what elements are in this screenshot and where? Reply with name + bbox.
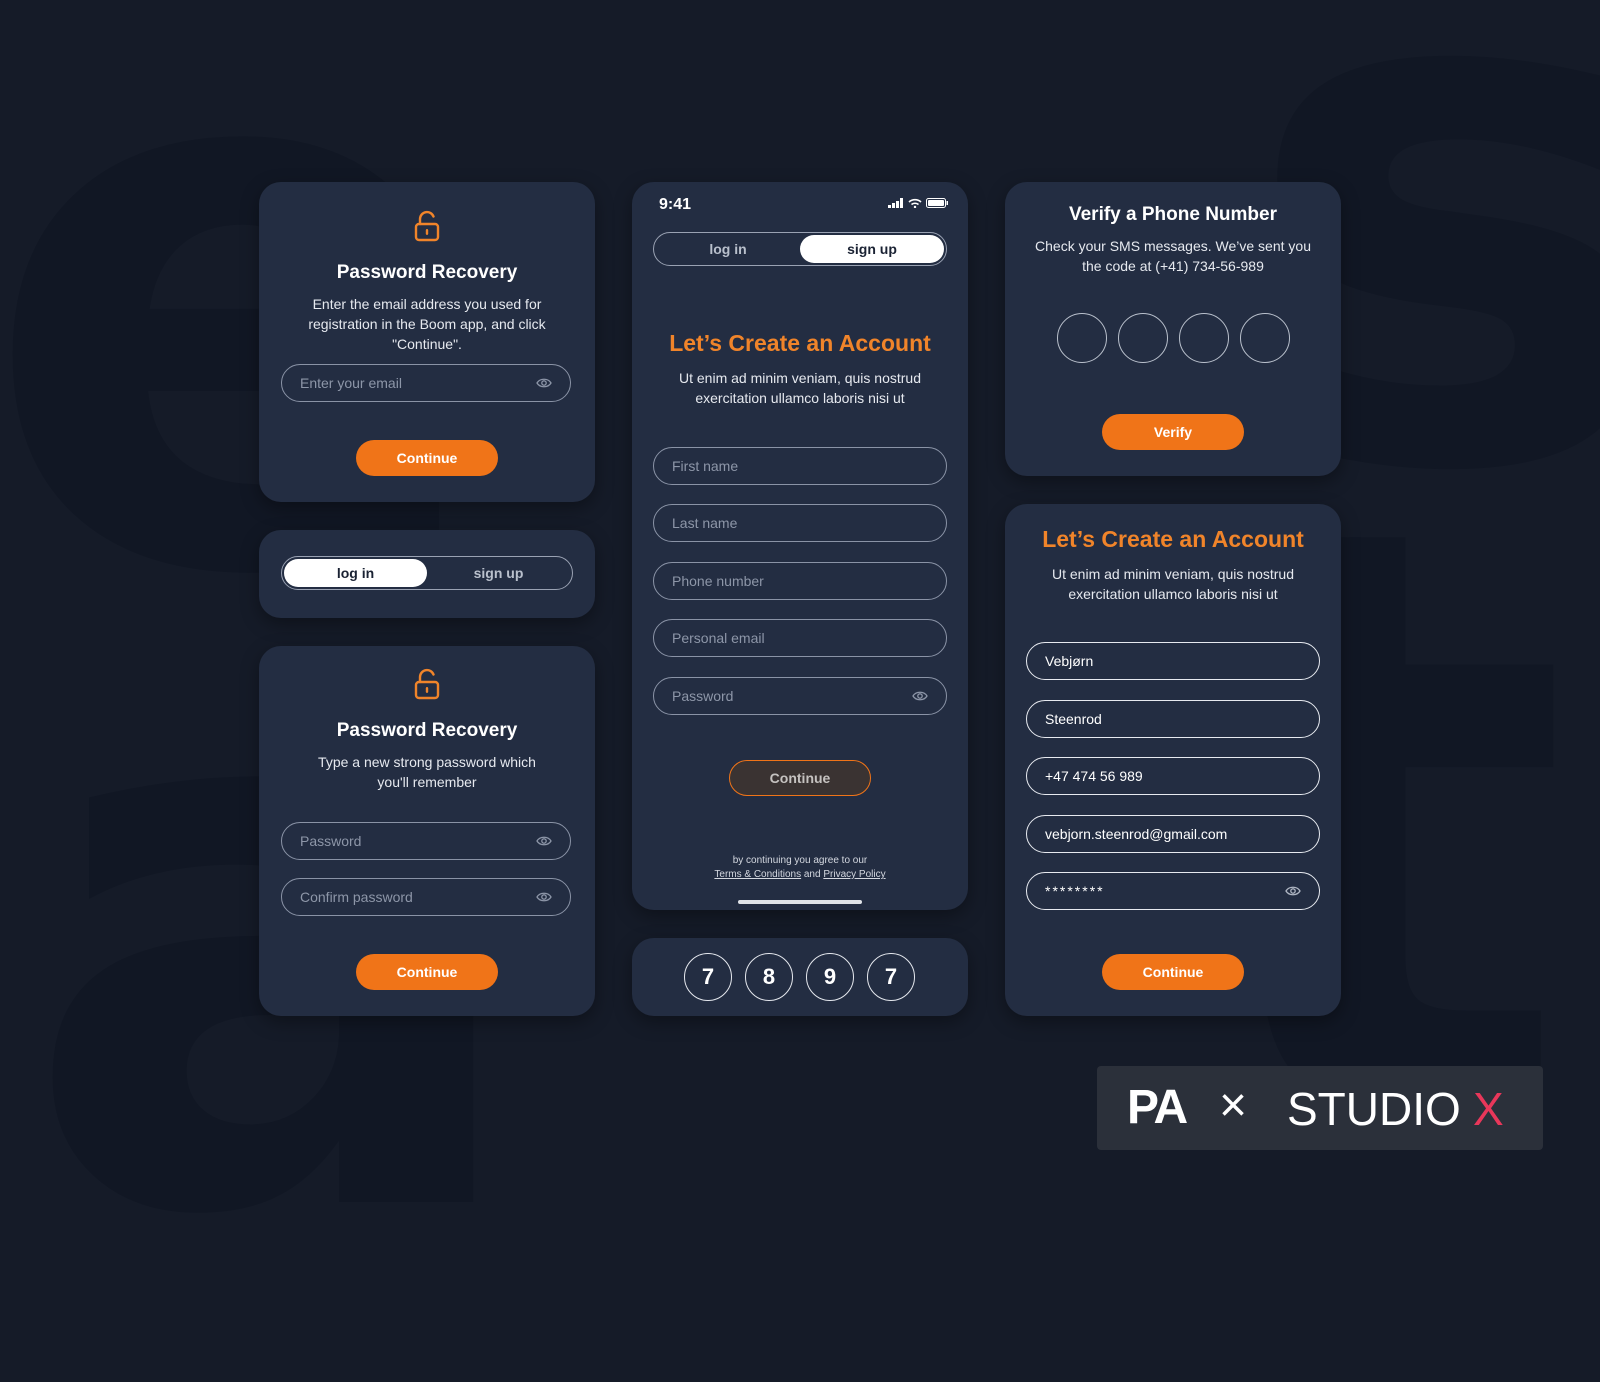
password-value: ******** [1045, 883, 1105, 899]
password-field[interactable]: Password [281, 822, 571, 860]
signup-description: Ut enim ad minim veniam, quis nostrud ex… [1052, 566, 1294, 602]
login-toggle-card: log in sign up [259, 530, 595, 618]
continue-button[interactable]: Continue [1102, 954, 1244, 990]
password-recovery-email-card: Password Recovery Enter the email addres… [259, 182, 595, 502]
phone-number-field[interactable]: +47 474 56 989 [1026, 757, 1320, 795]
phone-number-value: +47 474 56 989 [1045, 768, 1143, 784]
brand-pa-logo: PA [1127, 1081, 1188, 1134]
password-field[interactable]: ******** [1026, 872, 1320, 910]
privacy-link[interactable]: Privacy Policy [823, 869, 885, 880]
signup-title: Let’s Create an Account [669, 330, 931, 356]
last-name-placeholder: Last name [672, 515, 738, 531]
first-name-value: Vebjørn [1045, 653, 1094, 669]
card-title: Password Recovery [336, 262, 518, 283]
tab-log-in[interactable]: log in [656, 235, 800, 263]
status-icons [888, 198, 948, 208]
eye-icon[interactable] [1285, 885, 1301, 897]
code-digits-card: 7 8 9 7 [632, 938, 968, 1016]
code-digit[interactable]: 8 [745, 953, 793, 1001]
wifi-icon [908, 198, 922, 208]
filled-signup-card: Let’s Create an Account Ut enim ad minim… [1005, 504, 1341, 1016]
eye-icon[interactable] [536, 835, 552, 847]
last-name-field[interactable]: Steenrod [1026, 700, 1320, 738]
tab-sign-up[interactable]: sign up [800, 235, 944, 263]
personal-email-field[interactable]: Personal email [653, 619, 947, 657]
card-title: Password Recovery [336, 720, 518, 741]
phone-number-field[interactable]: Phone number [653, 562, 947, 600]
eye-icon[interactable] [912, 690, 928, 702]
confirm-password-field[interactable]: Confirm password [281, 878, 571, 916]
continue-button[interactable]: Continue [729, 760, 871, 796]
password-field[interactable]: Password [653, 677, 947, 715]
code-input-3[interactable] [1179, 313, 1229, 363]
home-indicator [738, 900, 862, 904]
code-input-4[interactable] [1240, 313, 1290, 363]
continue-button[interactable]: Continue [356, 440, 498, 476]
legal-and: and [803, 869, 821, 880]
status-time: 9:41 [659, 196, 692, 213]
battery-icon [926, 198, 948, 208]
auth-mode-toggle: log in sign up [653, 232, 947, 266]
lock-open-icon [414, 668, 440, 700]
card-description: Type a new strong password which you'll … [318, 754, 536, 790]
signup-description: Ut enim ad minim veniam, quis nostrud ex… [679, 370, 921, 406]
brand-badge: PA × STUDIO X [1097, 1066, 1543, 1150]
brand-x: X [1473, 1083, 1504, 1135]
email-field[interactable]: Enter your email [281, 364, 571, 402]
legal-prefix: by continuing you agree to our [732, 855, 868, 866]
code-input-1[interactable] [1057, 313, 1107, 363]
tab-sign-up[interactable]: sign up [427, 559, 570, 587]
terms-link[interactable]: Terms & Conditions [714, 869, 801, 880]
brand-separator: × [1219, 1079, 1248, 1132]
code-digit[interactable]: 9 [806, 953, 854, 1001]
signal-icon [888, 198, 903, 208]
auth-mode-toggle: log in sign up [281, 556, 573, 590]
first-name-field[interactable]: First name [653, 447, 947, 485]
first-name-placeholder: First name [672, 458, 739, 474]
signup-title: Let’s Create an Account [1042, 526, 1304, 552]
phone-number-placeholder: Phone number [672, 573, 764, 589]
verify-phone-card: Verify a Phone Number Check your SMS mes… [1005, 182, 1341, 476]
eye-icon[interactable] [536, 891, 552, 903]
confirm-password-placeholder: Confirm password [300, 889, 413, 905]
card-description: Enter the email address you used for reg… [308, 296, 546, 352]
last-name-field[interactable]: Last name [653, 504, 947, 542]
first-name-field[interactable]: Vebjørn [1026, 642, 1320, 680]
password-recovery-new-password-card: Password Recovery Type a new strong pass… [259, 646, 595, 1016]
lock-open-icon [414, 210, 440, 242]
password-placeholder: Password [300, 833, 362, 849]
code-digit[interactable]: 7 [867, 953, 915, 1001]
code-digit[interactable]: 7 [684, 953, 732, 1001]
email-value: vebjorn.steenrod@gmail.com [1045, 826, 1228, 842]
tab-log-in[interactable]: log in [284, 559, 427, 587]
verify-button[interactable]: Verify [1102, 414, 1244, 450]
personal-email-placeholder: Personal email [672, 630, 765, 646]
verify-description: Check your SMS messages. We’ve sent you … [1035, 238, 1311, 274]
verify-title: Verify a Phone Number [1068, 204, 1277, 225]
last-name-value: Steenrod [1045, 711, 1102, 727]
eye-icon[interactable] [536, 377, 552, 389]
email-field[interactable]: vebjorn.steenrod@gmail.com [1026, 815, 1320, 853]
brand-studio: STUDIO [1287, 1083, 1461, 1135]
legal-notice: by continuing you agree to our Terms & C… [632, 854, 968, 882]
code-input-2[interactable] [1118, 313, 1168, 363]
password-placeholder: Password [672, 688, 734, 704]
signup-phone-screen: 9:41 log in sign up Let’s Create an Acco… [632, 182, 968, 910]
email-placeholder: Enter your email [300, 375, 402, 391]
continue-button[interactable]: Continue [356, 954, 498, 990]
